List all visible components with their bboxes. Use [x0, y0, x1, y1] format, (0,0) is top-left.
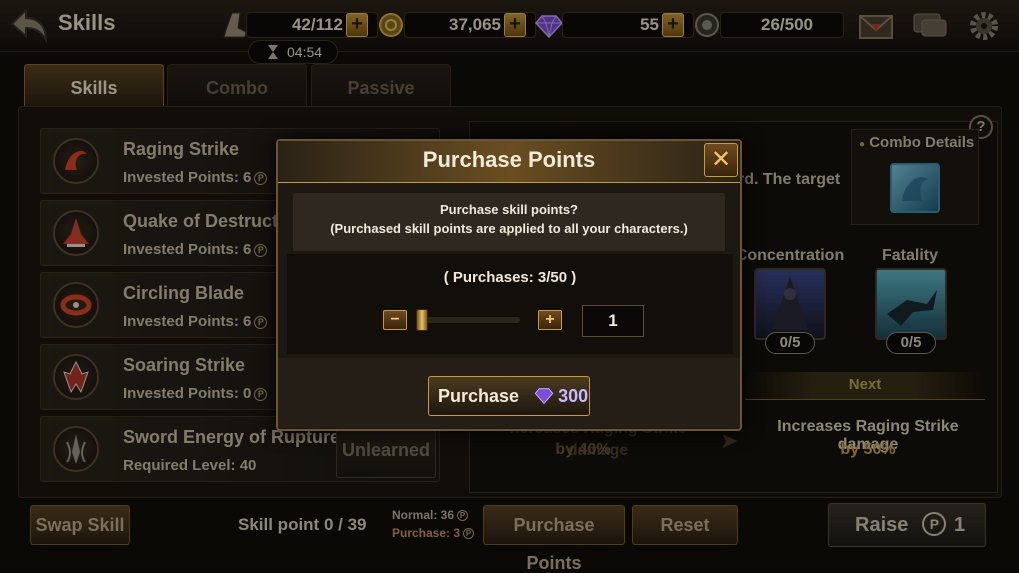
decrease-quantity-button[interactable]: −	[383, 310, 407, 330]
quantity-slider-track[interactable]	[418, 317, 520, 323]
gem-icon	[534, 380, 554, 418]
purchase-count-label: ( Purchases: 3/50 )	[443, 269, 577, 286]
dialog-title: Purchase Points	[422, 147, 596, 172]
close-button[interactable]: ✕	[704, 143, 738, 177]
dialog-question: Purchase skill points?	[440, 202, 578, 217]
purchase-button[interactable]: Purchase 300	[428, 376, 590, 416]
quantity-input[interactable]	[582, 305, 644, 337]
dialog-note: (Purchased skill points are applied to a…	[330, 221, 688, 236]
price-value: 300	[558, 386, 589, 406]
increase-quantity-button[interactable]: +	[538, 310, 562, 330]
quantity-slider-handle[interactable]	[416, 309, 428, 331]
